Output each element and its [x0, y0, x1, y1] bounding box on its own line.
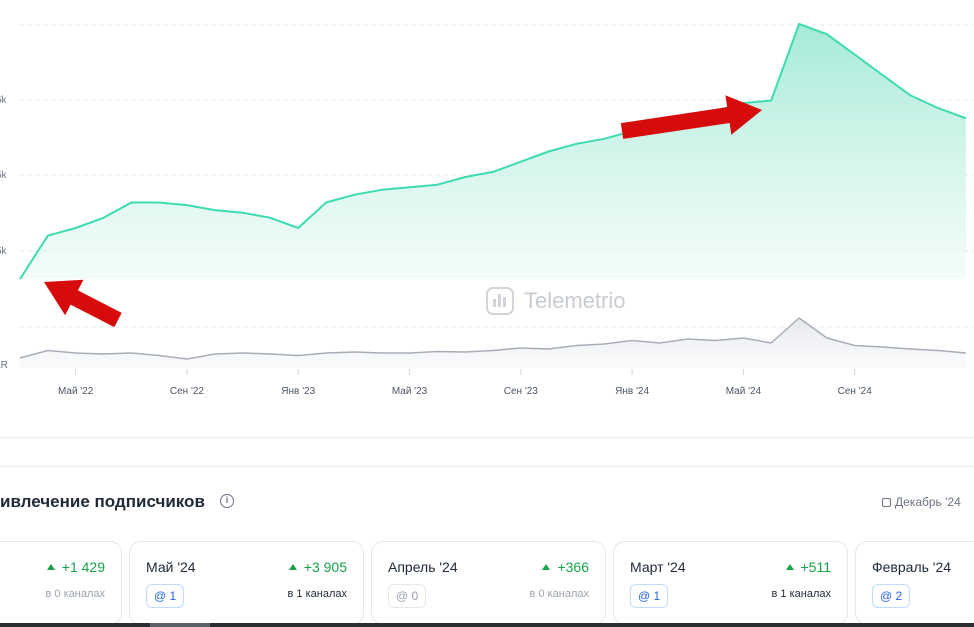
divider [0, 437, 974, 438]
subscriber-delta: +366 [542, 559, 589, 575]
mentions-badge[interactable]: @ 0 [388, 584, 427, 608]
red-arrow-icon [44, 279, 122, 328]
x-tick-label: Сен '23 [504, 386, 539, 397]
subscriber-series [19, 23, 967, 280]
mentions-badge[interactable]: @ 1 [146, 584, 185, 608]
info-icon[interactable]: i [220, 494, 234, 508]
er-axis-label: ER [0, 360, 8, 371]
x-tick-label: Янв '23 [281, 386, 315, 397]
x-axis: Май '22 Сен '22 Янв '23 Май '23 Сен '23 Янв '… [58, 369, 872, 397]
month-label: Апрель '24 [388, 559, 458, 575]
month-card[interactable]: Март '24 +511 @ 1 в 1 каналах [613, 541, 848, 625]
month-label: Март '24 [630, 559, 686, 575]
calendar-icon [882, 498, 891, 507]
mentions-badge[interactable]: @ 1 [630, 584, 669, 608]
bar-chart-icon [486, 287, 514, 315]
date-filter-label: Декабрь '24 [895, 495, 961, 509]
watermark-text: Telemetrio [524, 288, 626, 313]
channels-count: в 0 каналах [529, 588, 589, 600]
subscriber-area [20, 24, 966, 279]
subscriber-delta: +511 [785, 559, 831, 575]
month-label: Февраль '24 [872, 559, 952, 575]
taskbar [0, 623, 974, 627]
x-tick-label: Май '24 [726, 386, 762, 397]
up-arrow-icon [542, 564, 551, 570]
section-title: ивлечение подписчиков [0, 492, 205, 511]
x-tick-label: Янв '24 [615, 386, 649, 397]
channels-count: в 1 каналах [771, 588, 831, 600]
x-tick-label: Сен '24 [838, 386, 873, 397]
subscriber-delta: +3 905 [288, 559, 347, 575]
month-label: Май '24 [146, 559, 196, 575]
subscriber-delta: +1 429 [46, 559, 105, 575]
up-arrow-icon [288, 564, 297, 570]
y-axis: 5k 5k 5k ER [0, 95, 8, 371]
month-card[interactable]: Май '24 +3 905 @ 1 в 1 каналах [129, 541, 364, 625]
taskbar-item [150, 623, 210, 627]
y-tick-label: 5k [0, 95, 8, 106]
x-tick-label: Сен '22 [170, 386, 205, 397]
x-tick-label: Май '23 [392, 386, 428, 397]
y-tick-label: 5k [0, 246, 8, 257]
up-arrow-icon [46, 564, 55, 570]
up-arrow-icon [785, 564, 794, 570]
divider [0, 466, 974, 467]
month-card[interactable]: Февраль '24 @ 2 [855, 541, 974, 625]
month-card[interactable]: Апрель '24 +366 @ 0 в 0 каналах [371, 541, 606, 625]
er-area [20, 318, 966, 368]
er-series [19, 317, 967, 368]
month-card[interactable]: +1 429 в 0 каналах [0, 541, 122, 625]
date-filter[interactable]: Декабрь '24 [882, 495, 961, 509]
y-tick-label: 5k [0, 170, 8, 181]
channels-count: в 0 каналах [45, 588, 105, 600]
subscriber-chart: 5k 5k 5k ER Май '22 Сен '22 Янв '23 Май '23 Сен… [0, 23, 974, 397]
mentions-badge[interactable]: @ 2 [872, 584, 911, 608]
channels-count: в 1 каналах [287, 588, 347, 600]
x-tick-label: Май '22 [58, 386, 94, 397]
